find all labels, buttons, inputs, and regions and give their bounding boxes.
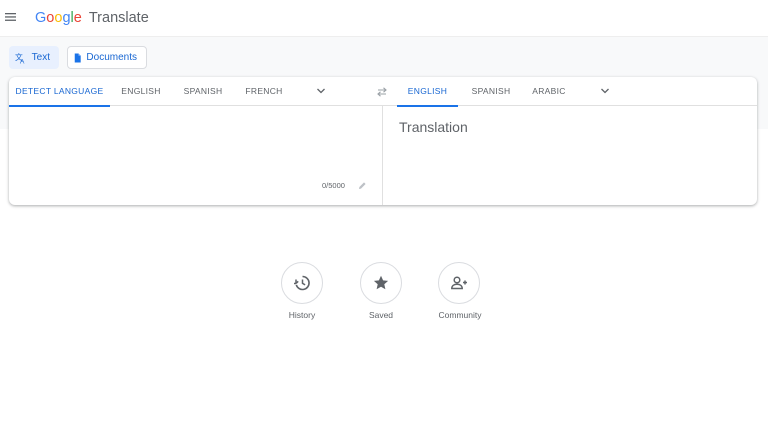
source-more-chevron-down-icon[interactable]	[316, 86, 326, 96]
target-lang-spanish[interactable]: SPANISH	[466, 77, 516, 106]
product-name: Translate	[88, 10, 149, 26]
logo-letter: e	[73, 10, 82, 26]
swap-languages-icon[interactable]	[376, 86, 388, 98]
source-lang-french[interactable]: FRENCH	[241, 77, 287, 106]
community-icon	[451, 276, 467, 290]
hamburger-menu-icon[interactable]	[4, 10, 18, 24]
source-text-input[interactable]	[9, 106, 382, 205]
pencil-icon[interactable]	[358, 181, 367, 190]
language-bar: DETECT LANGUAGE ENGLISH SPANISH FRENCH E…	[9, 77, 757, 107]
history-icon	[294, 275, 310, 291]
documents-mode-label: Documents	[86, 52, 137, 63]
panel-divider	[382, 106, 383, 205]
source-lang-english[interactable]: ENGLISH	[116, 77, 166, 106]
saved-button[interactable]	[360, 262, 402, 304]
top-bar: Google Translate	[0, 0, 768, 37]
community-label: Community	[438, 310, 482, 320]
target-lang-english[interactable]: ENGLISH	[397, 77, 458, 107]
translate-icon: 文 A	[15, 52, 25, 64]
translation-output: Translation	[399, 119, 468, 135]
target-lang-arabic[interactable]: ARABIC	[526, 77, 572, 106]
logo-letter: G	[35, 10, 47, 26]
star-icon	[373, 275, 389, 290]
saved-label: Saved	[368, 310, 394, 320]
source-lang-detect[interactable]: DETECT LANGUAGE	[9, 77, 110, 107]
character-counter: 0/5000	[322, 181, 345, 190]
target-more-chevron-down-icon[interactable]	[600, 86, 610, 96]
google-translate-logo[interactable]: Google Translate	[35, 10, 149, 26]
source-lang-spanish[interactable]: SPANISH	[179, 77, 227, 106]
history-button[interactable]	[281, 262, 323, 304]
documents-mode-button[interactable]: Documents	[67, 46, 147, 69]
community-button[interactable]	[438, 262, 480, 304]
history-label: History	[288, 310, 316, 320]
text-mode-button[interactable]: 文 A Text	[9, 46, 59, 69]
logo-letter: g	[62, 10, 71, 26]
svg-text:A: A	[20, 58, 25, 64]
text-mode-label: Text	[31, 52, 50, 63]
translation-card: DETECT LANGUAGE ENGLISH SPANISH FRENCH E…	[9, 77, 757, 205]
document-icon	[74, 53, 81, 62]
